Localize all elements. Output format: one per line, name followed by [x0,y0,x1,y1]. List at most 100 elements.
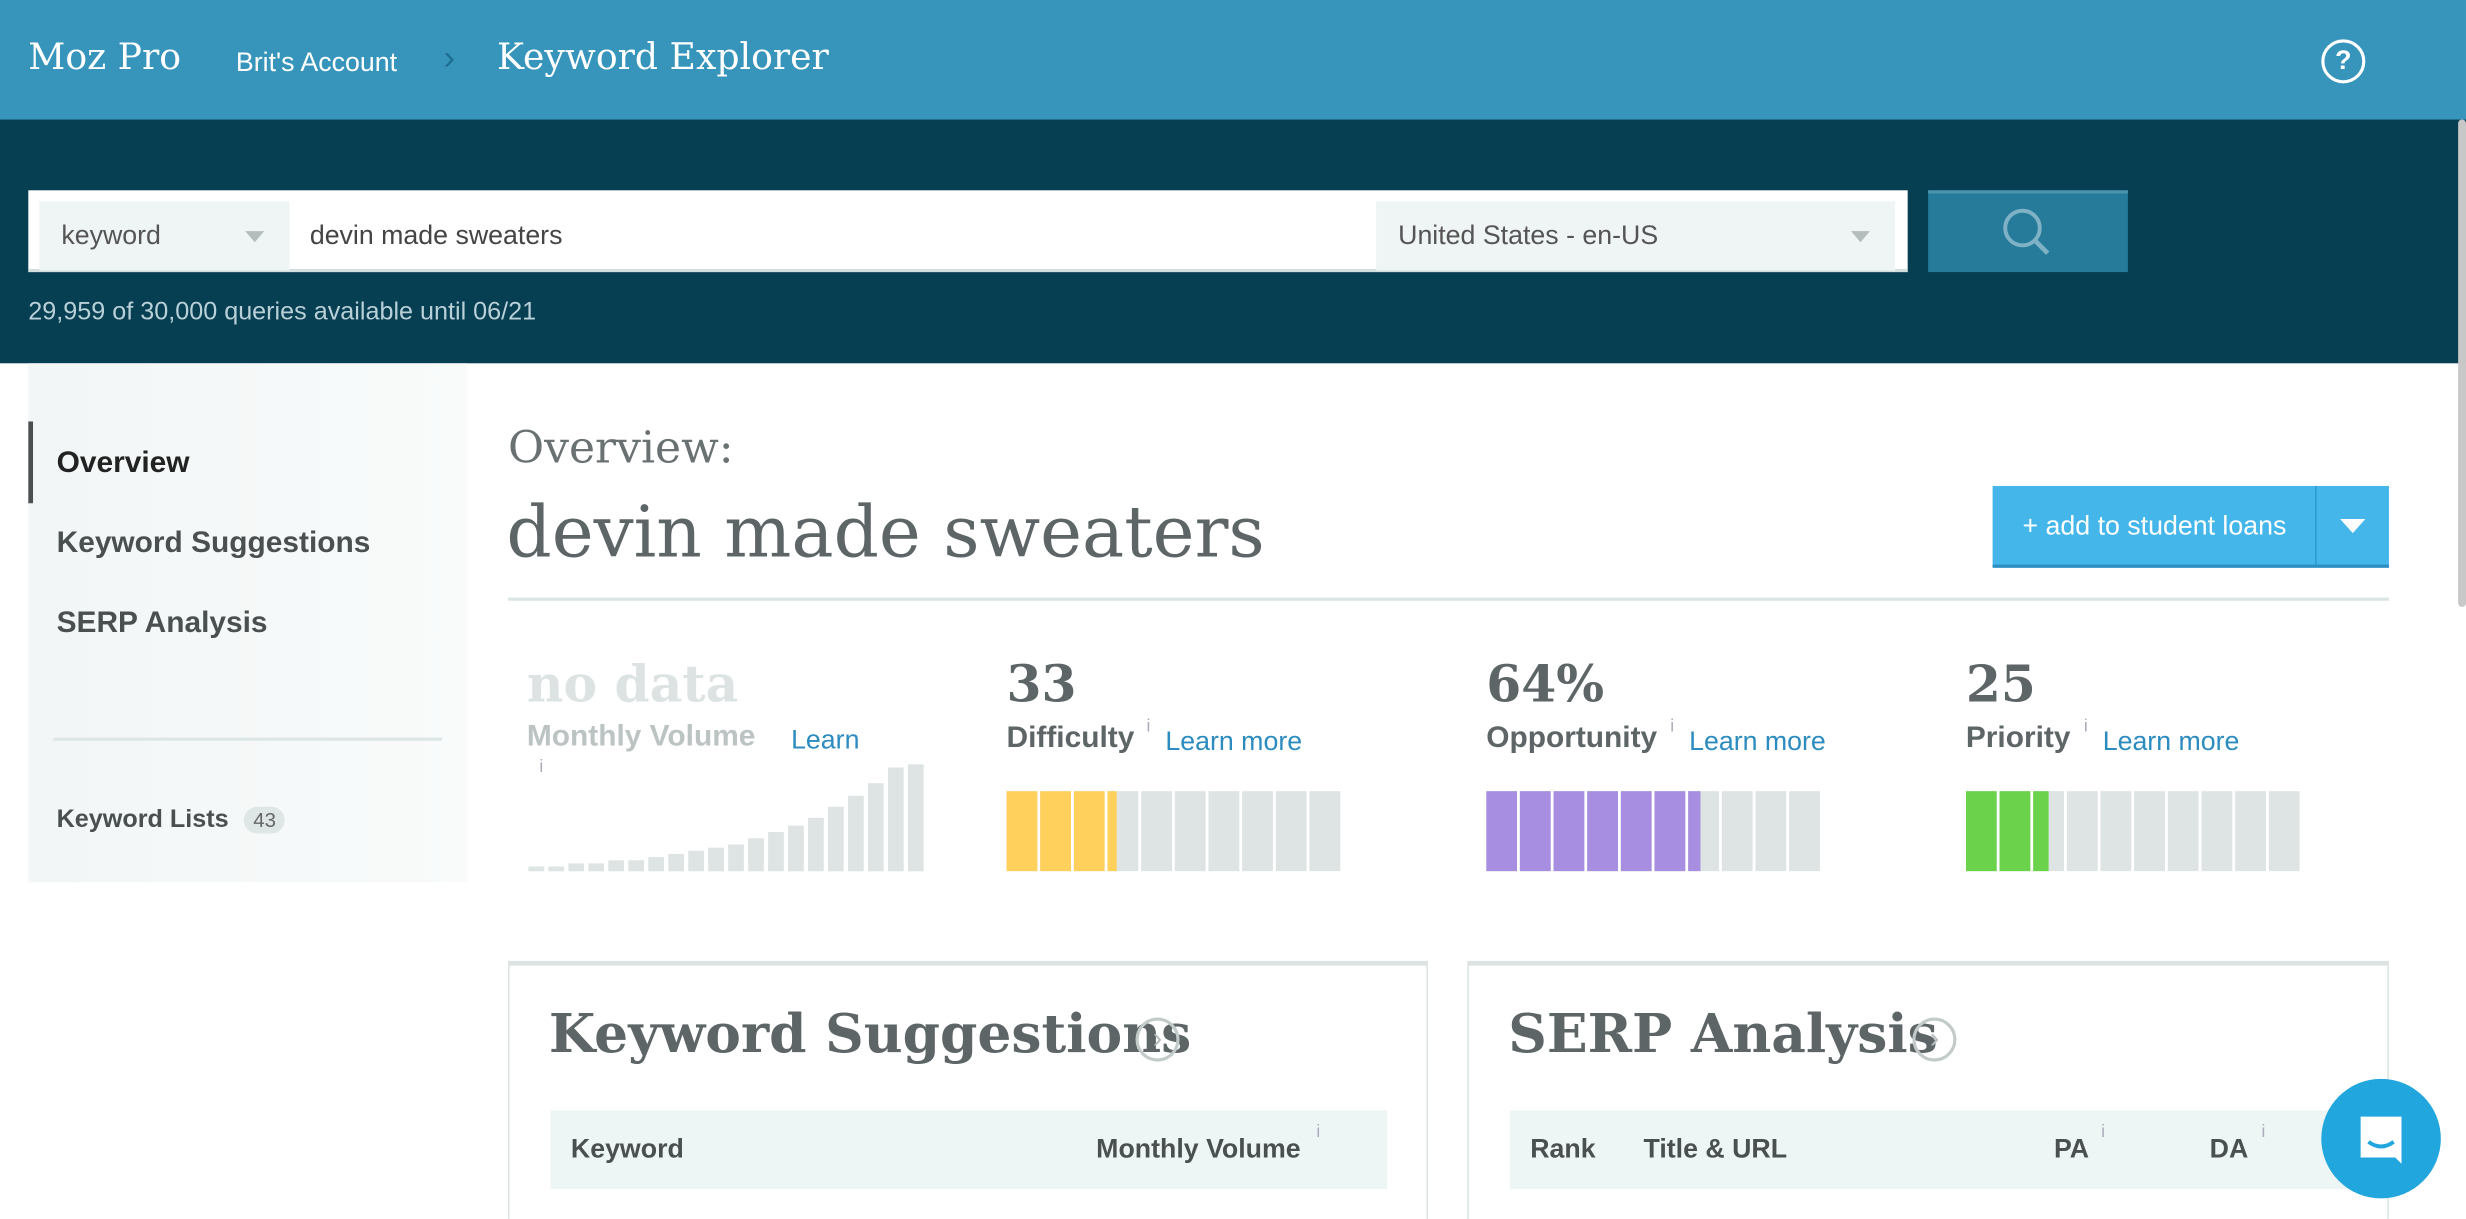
keyword-lists-count-badge: 43 [243,806,286,834]
volume-placeholder-bar [808,817,824,872]
column-keyword[interactable]: Keyword [571,1134,684,1165]
volume-placeholder-bar [608,860,625,872]
dropdown-caret-icon[interactable] [2340,518,2366,534]
info-icon[interactable]: i [1316,1123,1320,1142]
overview-label: Overview: [507,421,734,474]
page-title: Keyword Explorer [496,37,829,79]
info-icon[interactable]: i [1146,717,1150,736]
learn-more-link[interactable]: Learn more [1689,727,1826,758]
active-indicator [28,421,34,504]
metric-label: Opportunity [1486,721,1658,755]
sidebar-item-serp-analysis[interactable]: SERP Analysis [57,607,268,642]
column-pa[interactable]: PA [2054,1134,2089,1165]
sidebar-item-keyword-lists[interactable]: Keyword Lists [57,807,229,835]
serp-analysis-card: SERP Analysis › Rank Title & URL PA i DA… [1467,960,2391,1219]
locale-select[interactable]: United States - en-US [1376,201,1896,271]
metric-value: no data [526,654,739,715]
volume-placeholder-bar [748,838,764,872]
info-icon[interactable]: i [2101,1123,2105,1142]
column-monthly-volume[interactable]: Monthly Volume [1096,1134,1300,1165]
score-segment [2100,791,2132,872]
score-segment [1174,791,1206,872]
score-segment-filled [1999,791,2031,872]
top-bar: Moz Pro Brit's Account › Keyword Explore… [0,0,2466,120]
card-title[interactable]: Keyword Suggestions [549,1003,1191,1066]
volume-placeholder-bar [788,825,804,872]
volume-placeholder-bar [668,853,684,872]
chevron-right-circle-icon[interactable]: › [1912,1017,1957,1062]
volume-placeholder-bar [588,863,605,872]
table-header: Rank Title & URL PA i DA i [1509,1110,2391,1189]
volume-placeholder-bar [728,844,744,872]
chat-icon [2360,1116,2402,1164]
score-segment [1141,791,1172,872]
score-segment-filled [1688,791,1701,872]
search-button[interactable] [1928,190,2128,273]
locale-value: United States - en-US [1398,220,1659,251]
magnifier-icon [2003,208,2050,255]
volume-placeholder-bar [867,783,884,872]
breadcrumb-account[interactable]: Brit's Account [236,47,397,78]
score-bar [1006,791,1341,872]
help-icon[interactable]: ? [2321,39,2366,84]
info-icon[interactable]: i [2262,1123,2266,1142]
metric-value: 25 [1965,654,2036,715]
column-rank[interactable]: Rank [1530,1134,1595,1165]
column-title-url[interactable]: Title & URL [1643,1134,1787,1165]
search-band: keyword devin made sweaters United State… [0,119,2466,364]
score-segment-filled [1620,791,1652,872]
score-segment-filled [1107,791,1117,872]
score-segment-filled [1654,791,1686,872]
volume-placeholder-bar [628,860,645,872]
scrollbar[interactable] [2458,119,2466,608]
chevron-right-circle-icon[interactable]: › [1135,1017,1180,1062]
score-segment-filled [1519,791,1551,872]
volume-placeholder-bar [708,847,724,872]
score-segment-filled [2033,791,2049,872]
score-segment [1208,791,1240,872]
volume-placeholder-bar [887,767,904,872]
volume-placeholder-bar [528,866,545,872]
info-icon[interactable]: i [1670,717,1674,736]
score-segment-filled [1486,791,1518,872]
volume-placeholder-bar [688,850,704,872]
add-to-list-button[interactable]: + add to student loans [1992,485,2389,568]
chevron-down-icon [1851,231,1870,243]
chat-launcher[interactable] [2321,1078,2441,1199]
score-segment-filled [1040,791,1072,872]
volume-placeholder-bar [768,831,784,872]
volume-placeholder-chart [528,764,924,872]
score-segment [2167,791,2199,872]
sidebar-item-keyword-suggestions[interactable]: Keyword Suggestions [57,527,371,562]
search-type-select[interactable]: keyword [39,201,290,271]
sidebar: Overview Keyword Suggestions SERP Analys… [28,363,468,883]
info-icon[interactable]: i [2084,717,2088,736]
score-segment-filled [1073,791,1105,872]
learn-more-link[interactable]: Learn more [2103,727,2240,758]
search-box: keyword devin made sweaters United State… [28,190,1908,273]
learn-more-link[interactable]: Learn [791,725,859,756]
brand-logo[interactable]: Moz Pro [28,38,181,79]
metric-label: Priority [1965,721,2071,755]
score-bar [1965,791,2300,872]
volume-placeholder-bar [907,764,924,872]
score-segment-filled [1965,791,1997,872]
add-to-list-label: + add to student loans [2022,511,2287,542]
metric-label: Difficulty [1006,721,1135,755]
card-title[interactable]: SERP Analysis [1508,1003,1938,1066]
button-divider [2315,485,2317,565]
table-header: Keyword Monthly Volume i [550,1110,1388,1189]
metric-value: 64% [1486,654,1605,715]
volume-placeholder-bar [648,857,664,872]
volume-placeholder-bar [568,863,585,872]
metric-value: 33 [1006,654,1077,715]
quota-text: 29,959 of 30,000 queries available until… [28,298,537,326]
volume-placeholder-bar [828,806,844,872]
sidebar-item-overview[interactable]: Overview [57,447,190,482]
learn-more-link[interactable]: Learn more [1165,727,1302,758]
score-segment [2235,791,2266,872]
chevron-down-icon [245,231,265,243]
column-da[interactable]: DA [2210,1134,2249,1165]
keyword-input[interactable]: devin made sweaters [310,201,1364,270]
score-segment [1755,791,1787,872]
